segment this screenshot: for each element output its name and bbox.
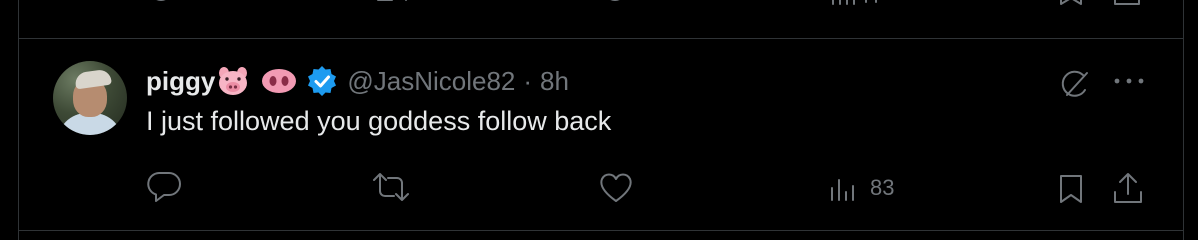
display-name[interactable]: piggy: [146, 66, 215, 97]
grok-icon[interactable]: [1058, 66, 1094, 102]
pig-face-emoji: [217, 66, 249, 96]
views-icon[interactable]: [828, 174, 858, 202]
bookmark-icon[interactable]: [1058, 0, 1084, 8]
reply-icon[interactable]: [146, 0, 176, 8]
like-icon[interactable]: [598, 172, 634, 204]
views-count[interactable]: 83: [870, 175, 894, 201]
tweet-header: piggy @JasNicole82 · 8h: [146, 64, 569, 98]
bookmark-icon[interactable]: [1056, 172, 1086, 206]
timeline-border-right: [1183, 0, 1184, 240]
avatar-cap: [74, 68, 112, 90]
share-icon[interactable]: [1111, 170, 1145, 206]
repost-icon[interactable]: [374, 0, 410, 8]
user-handle[interactable]: @JasNicole82: [347, 66, 515, 97]
verified-badge-icon[interactable]: [307, 66, 337, 96]
share-icon[interactable]: [1112, 0, 1142, 8]
header-separator: ·: [523, 65, 533, 96]
tweet-divider-top: [18, 38, 1184, 39]
timestamp[interactable]: 8h: [540, 66, 569, 97]
avatar[interactable]: [53, 61, 127, 135]
tweet[interactable]: piggy @JasNicole82 · 8h I just followed …: [19, 40, 1183, 230]
repost-icon[interactable]: [371, 172, 411, 202]
tweet-divider-bottom: [18, 230, 1184, 231]
views-icon[interactable]: [830, 0, 890, 8]
previous-tweet-actions: [0, 0, 1198, 12]
reply-icon[interactable]: [146, 170, 182, 204]
tweet-text: I just followed you goddess follow back: [146, 106, 612, 136]
more-icon[interactable]: [1112, 74, 1146, 88]
like-icon[interactable]: [600, 0, 630, 8]
pig-nose-emoji: [261, 68, 297, 94]
